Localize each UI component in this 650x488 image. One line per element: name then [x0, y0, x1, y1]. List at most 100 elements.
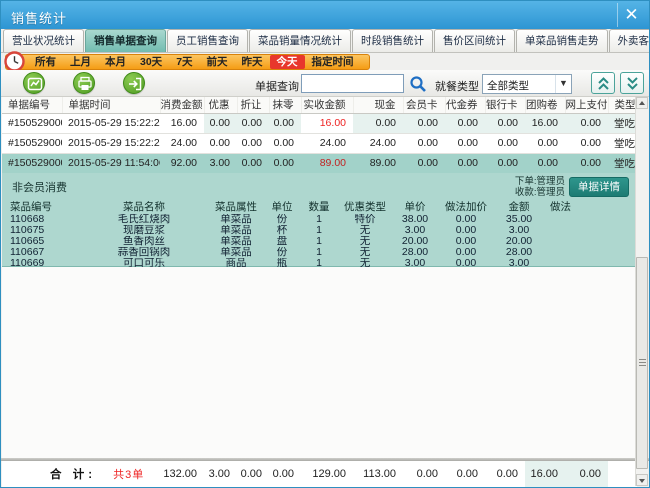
filter-all[interactable]: 所有	[28, 55, 63, 69]
column-header[interactable]: 抹零	[269, 97, 301, 113]
tab-employee-sales[interactable]: 员工销售查询	[167, 29, 248, 52]
cell: 2015-05-29 15:22:27	[62, 113, 160, 133]
cell: 现磨豆浆	[80, 225, 208, 236]
receipt-row[interactable]: #1505290002 2015-05-29 15:22:20 24.00 0.…	[2, 133, 637, 153]
cell: 110668	[4, 214, 80, 225]
export-button[interactable]	[123, 72, 145, 94]
column-header[interactable]: 网上支付	[565, 97, 608, 113]
cell: 1	[300, 247, 338, 258]
cell: 单菜品	[208, 225, 264, 236]
window-title: 销售统计	[11, 8, 67, 27]
search-icon[interactable]	[408, 74, 428, 94]
column-header[interactable]: 实收金额	[301, 97, 353, 113]
collapse-up-button[interactable]	[591, 72, 615, 94]
cell: 3.00	[494, 225, 544, 236]
column-header: 金额	[494, 199, 544, 214]
cell: 堂吃	[608, 133, 637, 153]
meal-type-select[interactable]: 全部类型 ▼	[482, 74, 572, 94]
cell: 1	[300, 214, 338, 225]
tab-price-range[interactable]: 售价区间统计	[434, 29, 515, 52]
column-header[interactable]: 单据时间	[62, 97, 160, 113]
filter-last-month[interactable]: 上月	[63, 55, 98, 69]
cell: 堂吃	[608, 113, 637, 133]
cell: 24.00	[160, 133, 204, 153]
filter-7-days[interactable]: 7天	[169, 55, 199, 69]
cell: 0.00	[269, 133, 301, 153]
tab-single-dish-trend[interactable]: 单菜品销售走势	[516, 29, 608, 52]
cell: 0.00	[438, 236, 494, 247]
cell: 盘	[264, 236, 300, 247]
cell: 110675	[4, 225, 80, 236]
detail-item-row[interactable]: 110667 蒜香回锅肉 单菜品 份 1 无 28.00 0.00 28.00	[4, 247, 634, 258]
detail-item-row[interactable]: 110675 现磨豆浆 单菜品 杯 1 无 3.00 0.00 3.00	[4, 225, 634, 236]
column-header[interactable]: 团购卷	[525, 97, 565, 113]
scroll-down-button[interactable]	[636, 474, 648, 486]
cell: 蒜香回锅肉	[80, 247, 208, 258]
cell: 单菜品	[208, 214, 264, 225]
vertical-scrollbar[interactable]	[635, 97, 648, 486]
cell: 无	[338, 225, 392, 236]
cell: 3.00	[392, 225, 438, 236]
column-header: 优惠类型	[338, 199, 392, 214]
tab-dish-sales-volume[interactable]: 菜品销量情况统计	[249, 29, 351, 52]
receipt-row-selected[interactable]: #1505290001 2015-05-29 11:54:06 92.00 3.…	[2, 153, 637, 173]
column-header[interactable]: 会员卡	[403, 97, 445, 113]
column-header: 做法加价	[438, 199, 494, 214]
scroll-up-button[interactable]	[636, 97, 648, 109]
column-header[interactable]: 优惠	[204, 97, 237, 113]
tab-time-period-sales[interactable]: 时段销售统计	[352, 29, 433, 52]
column-header: 菜品属性	[208, 199, 264, 214]
scrollbar-thumb[interactable]	[636, 257, 648, 469]
tab-business-status[interactable]: 营业状况统计	[3, 29, 84, 52]
receipt-detail-panel: 非会员消费 下单:管理员 收款:管理员 单据详情 菜品编号 菜品名称 菜品属性 …	[2, 173, 637, 267]
receipt-count: 共3单	[113, 469, 144, 481]
filter-yesterday[interactable]: 昨天	[235, 55, 270, 69]
column-header[interactable]: 折让	[237, 97, 269, 113]
double-chevron-down-icon	[626, 76, 639, 91]
column-header: 做法	[544, 199, 634, 214]
cell: 20.00	[494, 236, 544, 247]
cell: 杯	[264, 225, 300, 236]
close-button[interactable]: ✕	[617, 3, 645, 27]
meal-type-label: 就餐类型	[435, 78, 479, 94]
cell: 35.00	[494, 214, 544, 225]
cell: 0.00	[565, 153, 608, 173]
cell: 0.00	[565, 113, 608, 133]
filter-today[interactable]: 今天	[270, 55, 305, 69]
column-header[interactable]: 代金券	[445, 97, 485, 113]
filter-this-month[interactable]: 本月	[98, 55, 133, 69]
cashier-label: 收款:管理员	[515, 187, 565, 198]
filter-custom-time[interactable]: 指定时间	[305, 55, 361, 69]
time-filter-bar: 所有 上月 本月 30天 7天 前天 昨天 今天 指定时间	[5, 54, 370, 70]
receipt-row[interactable]: #1505290003 2015-05-29 15:22:27 16.00 0.…	[2, 113, 637, 133]
chart-icon	[27, 76, 43, 92]
column-header[interactable]: 单据编号	[2, 97, 62, 113]
cell: 89.00	[353, 153, 403, 173]
print-button[interactable]	[73, 72, 95, 94]
cell: 0.00	[445, 133, 485, 153]
cell: 0.00	[237, 153, 269, 173]
cell: 110665	[4, 236, 80, 247]
detail-item-row[interactable]: 110668 毛氏红烧肉 单菜品 份 1 特价 38.00 0.00 35.00	[4, 214, 634, 225]
receipt-detail-button[interactable]: 单据详情	[569, 177, 629, 197]
detail-item-row[interactable]: 110665 鱼香肉丝 单菜品 盘 1 无 20.00 0.00 20.00	[4, 236, 634, 247]
cell: 24.00	[353, 133, 403, 153]
table-header-row: 单据编号 单据时间 消费金额 优惠 折让 抹零 实收金额 现金 会员卡 代金券 …	[2, 97, 637, 113]
total-rounding: 0.00	[269, 461, 301, 487]
column-header[interactable]: 银行卡	[485, 97, 525, 113]
column-header[interactable]: 消费金额	[160, 97, 204, 113]
column-header[interactable]: 现金	[353, 97, 403, 113]
cell: 16.00	[525, 113, 565, 133]
tab-sales-receipt-query[interactable]: 销售单据查询	[85, 29, 166, 52]
cell: 0.00	[485, 133, 525, 153]
cell: 0.00	[438, 225, 494, 236]
tab-takeout-customer[interactable]: 外卖客户消费统计	[609, 29, 650, 52]
filter-day-before[interactable]: 前天	[200, 55, 235, 69]
expand-down-button[interactable]	[620, 72, 644, 94]
chart-button[interactable]	[23, 72, 45, 94]
receipt-search-input[interactable]	[301, 74, 404, 93]
filter-30-days[interactable]: 30天	[133, 55, 169, 69]
cell: 0.00	[485, 113, 525, 133]
cell-received-amount: 24.00	[301, 133, 353, 153]
column-header[interactable]: 类型	[608, 97, 637, 113]
